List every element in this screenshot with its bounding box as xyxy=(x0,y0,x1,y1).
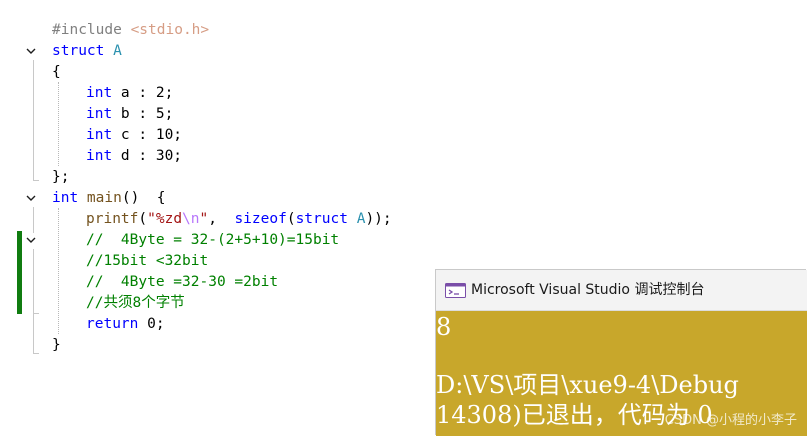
console-title: Microsoft Visual Studio 调试控制台 xyxy=(471,282,705,298)
code-line-return[interactable]: return 0; xyxy=(86,314,165,335)
change-tracking-bar xyxy=(17,231,22,314)
code-line-close-main[interactable]: } xyxy=(52,335,61,356)
code-line-field-b[interactable]: int b : 5; xyxy=(86,104,173,125)
struct-outline-end xyxy=(33,180,39,181)
code-line-field-a[interactable]: int a : 2; xyxy=(86,83,173,104)
code-line-include[interactable]: #include <stdio.h> xyxy=(52,20,209,41)
main-outline-guide xyxy=(33,207,34,233)
debug-console-window[interactable]: Microsoft Visual Studio 调试控制台 8 D:\VS\项目… xyxy=(436,270,807,436)
collapse-struct-icon[interactable] xyxy=(24,44,38,58)
code-line-comment-2[interactable]: //15bit <32bit xyxy=(86,251,208,272)
console-output-line: D:\VS\项目\xue9-4\Debug xyxy=(436,371,739,399)
watermark: CSDN @小程的小李子 xyxy=(664,413,797,428)
code-line-field-c[interactable]: int c : 10; xyxy=(86,125,182,146)
indent-guide-struct xyxy=(58,82,59,166)
code-line-comment-1[interactable]: // 4Byte = 32-(2+5+10)=15bit xyxy=(86,230,339,251)
comment-outline-guide xyxy=(33,249,34,313)
collapse-main-icon[interactable] xyxy=(24,191,38,205)
console-title-bar[interactable]: Microsoft Visual Studio 调试控制台 xyxy=(436,270,807,311)
code-line-comment-3[interactable]: // 4Byte =32-30 =2bit xyxy=(86,272,278,293)
console-window-icon xyxy=(445,283,466,298)
code-line-struct[interactable]: struct A xyxy=(52,41,122,62)
code-line-printf[interactable]: printf("%zd\n", sizeof(struct A)); xyxy=(86,209,392,230)
collapse-comment-icon[interactable] xyxy=(24,233,38,247)
main-outline-end xyxy=(33,353,39,354)
code-line-comment-4[interactable]: //共须8个字节 xyxy=(86,293,185,314)
console-output[interactable]: 8 D:\VS\项目\xue9-4\Debug 14308)已退出，代码为 0 … xyxy=(436,311,807,436)
code-line-open-brace[interactable]: { xyxy=(52,62,61,83)
code-line-close-struct[interactable]: }; xyxy=(52,167,69,188)
console-output-line: 8 xyxy=(436,313,452,341)
code-line-field-d[interactable]: int d : 30; xyxy=(86,146,182,167)
code-line-main[interactable]: int main() { xyxy=(52,188,166,209)
main-outline-guide-lower xyxy=(33,313,34,353)
indent-guide-main xyxy=(58,208,59,334)
struct-outline-guide xyxy=(33,60,34,180)
